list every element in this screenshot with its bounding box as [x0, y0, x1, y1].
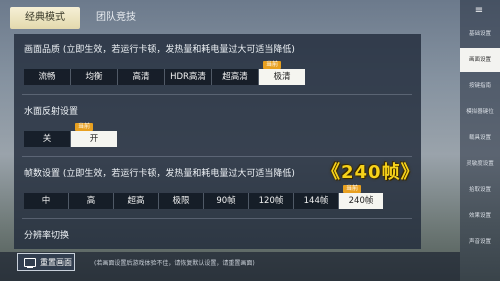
reset-hint-text: (若画面设置后游戏体验不佳，请恢复默认设置，请重置画面) [94, 260, 255, 267]
sidebar-item-sensitivity[interactable]: 灵敏度设置 [460, 152, 500, 176]
fps-240-highlight-caption: 《240帧》 [322, 162, 420, 183]
sidebar-item-emulator-keys[interactable]: 模拟器键位 [460, 100, 500, 124]
fps-options: 中 高 超高 极限 90帧 120帧 144帧 当前 240帧 [24, 185, 383, 209]
fps-option-extreme[interactable]: 极限 [159, 193, 204, 209]
tab-team-arena[interactable]: 团队竞技 [88, 7, 144, 29]
fps-title: 帧数设置 (立即生效，若运行卡顿，发热量和耗电量过大可适当降低) [24, 169, 295, 179]
sidebar-item-basic[interactable]: 基础设置 [460, 22, 500, 46]
menu-icon[interactable]: ≡ [468, 5, 490, 17]
divider [22, 94, 412, 95]
sidebar-item-keys-guide[interactable]: 按键指南 [460, 74, 500, 98]
fps-option-120[interactable]: 120帧 [249, 193, 294, 209]
divider [22, 218, 412, 219]
resolution-title: 分辨率切换 [24, 231, 70, 241]
mode-tabs: 经典模式 团队竞技 [0, 0, 460, 34]
water-option-on-label: 开 [89, 134, 99, 144]
sidebar-item-pickup[interactable]: 拾取设置 [460, 178, 500, 202]
fps-option-high[interactable]: 高 [69, 193, 114, 209]
reset-graphics-label: 重置画面 [40, 258, 72, 267]
quality-option-ultra-hd[interactable]: 超高清 [212, 69, 259, 85]
settings-sidebar: ≡ 基础设置 画面设置 按键指南 模拟器键位 载具设置 灵敏度设置 拾取设置 效… [460, 0, 500, 281]
quality-title: 画面品质 (立即生效，若运行卡顿，发热量和耗电量过大可适当降低) [24, 45, 295, 55]
tab-classic-mode[interactable]: 经典模式 [10, 7, 80, 29]
water-option-off[interactable]: 关 [24, 131, 71, 147]
monitor-icon [24, 258, 36, 268]
quality-option-balanced[interactable]: 均衡 [71, 69, 118, 85]
fps-option-240-label: 240帧 [348, 196, 374, 206]
current-badge: 当前 [263, 61, 282, 69]
quality-options: 流畅 均衡 高清 HDR高清 超高清 当前 极清 [24, 61, 305, 85]
current-badge: 当前 [343, 185, 362, 193]
current-badge: 当前 [75, 123, 94, 131]
sidebar-item-vehicle[interactable]: 载具设置 [460, 126, 500, 150]
fps-option-medium[interactable]: 中 [24, 193, 69, 209]
quality-option-smooth[interactable]: 流畅 [24, 69, 71, 85]
fps-option-144[interactable]: 144帧 [294, 193, 339, 209]
quality-option-hd[interactable]: 高清 [118, 69, 165, 85]
quality-option-hdr[interactable]: HDR高清 [165, 69, 212, 85]
divider [22, 156, 412, 157]
fps-option-90[interactable]: 90帧 [204, 193, 249, 209]
reset-graphics-button[interactable]: 重置画面 [17, 253, 75, 271]
water-title: 水面反射设置 [24, 107, 79, 117]
water-options: 关 当前 开 [24, 123, 117, 147]
fps-option-ultra[interactable]: 超高 [114, 193, 159, 209]
sidebar-item-graphics[interactable]: 画面设置 [460, 48, 500, 72]
fps-option-240[interactable]: 当前 240帧 [339, 185, 383, 209]
quality-option-extreme[interactable]: 当前 极清 [259, 61, 305, 85]
sidebar-item-effects[interactable]: 效果设置 [460, 204, 500, 228]
water-option-on[interactable]: 当前 开 [71, 123, 117, 147]
quality-option-extreme-label: 极清 [273, 72, 291, 82]
sidebar-item-sound[interactable]: 声音设置 [460, 230, 500, 254]
